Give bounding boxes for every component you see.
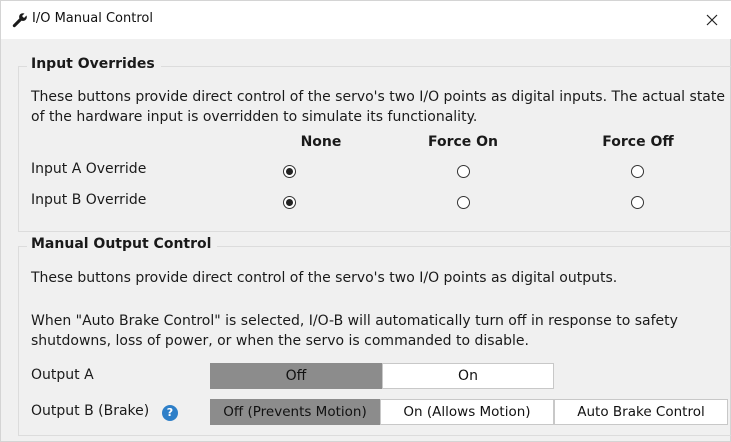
input-overrides-description: These buttons provide direct control of … (31, 89, 725, 125)
column-header-force-off: Force Off (602, 134, 674, 150)
input-b-override-label: Input B Override (31, 192, 147, 208)
input-a-none-radio[interactable] (283, 165, 296, 178)
input-b-none-radio[interactable] (283, 196, 296, 209)
manual-output-control-title: Manual Output Control (27, 236, 218, 252)
wrench-icon (12, 12, 28, 28)
output-b-auto-brake-control-button[interactable]: Auto Brake Control (554, 399, 728, 425)
output-a-label: Output A (31, 367, 94, 383)
input-b-force-off-radio[interactable] (631, 196, 644, 209)
output-b-brake-label: Output B (Brake) (31, 403, 150, 419)
output-a-off-button[interactable]: Off (210, 363, 382, 389)
input-a-force-off-radio[interactable] (631, 165, 644, 178)
title-bar: I/O Manual Control (1, 1, 731, 39)
output-b-off-prevents-motion-button[interactable]: Off (Prevents Motion) (210, 399, 380, 425)
output-b-on-allows-motion-button[interactable]: On (Allows Motion) (380, 399, 554, 425)
auto-brake-note: When "Auto Brake Control" is selected, I… (31, 313, 678, 349)
help-icon[interactable]: ? (162, 405, 178, 421)
column-header-none: None (300, 134, 342, 150)
input-a-override-label: Input A Override (31, 161, 147, 177)
column-header-force-on: Force On (427, 134, 499, 150)
input-overrides-title: Input Overrides (27, 56, 161, 72)
close-icon (706, 14, 718, 26)
input-a-force-on-radio[interactable] (457, 165, 470, 178)
manual-output-control-group: Manual Output Control These buttons prov… (18, 236, 731, 436)
output-a-on-button[interactable]: On (382, 363, 554, 389)
close-button[interactable] (692, 1, 731, 39)
input-overrides-group: Input Overrides These buttons provide di… (18, 56, 731, 232)
io-manual-control-window: I/O Manual Control Input Overrides These… (0, 0, 731, 442)
manual-output-description: These buttons provide direct control of … (31, 270, 618, 286)
window-title: I/O Manual Control (32, 11, 153, 26)
input-b-force-on-radio[interactable] (457, 196, 470, 209)
